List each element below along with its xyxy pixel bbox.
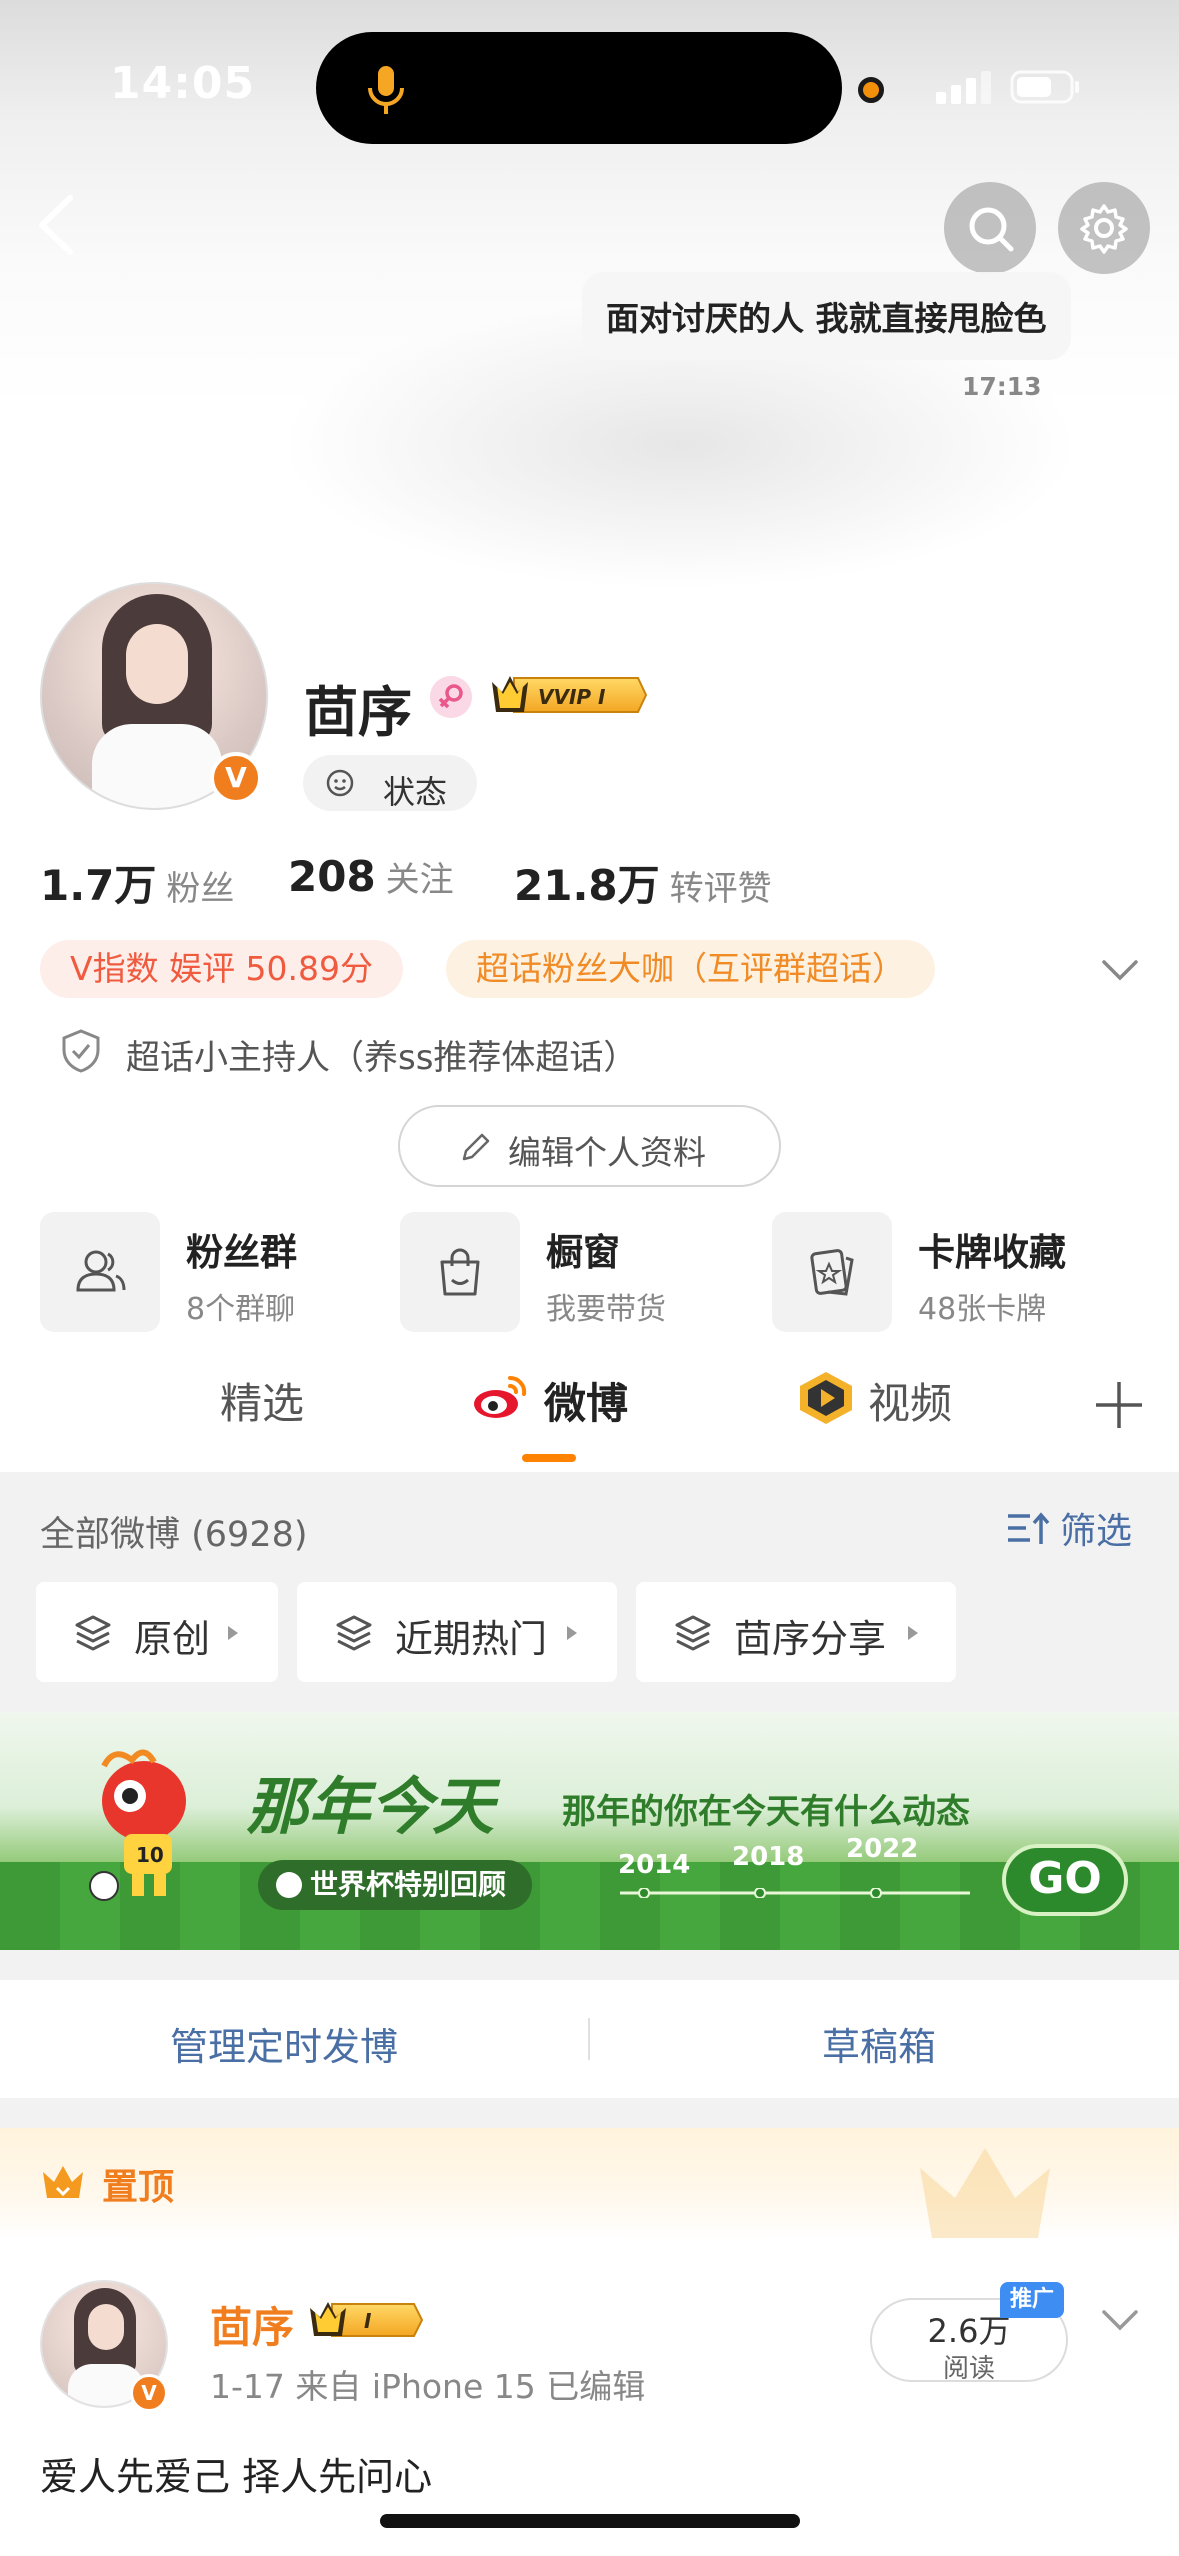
timeline-line	[620, 1888, 970, 1898]
caret-right-icon	[228, 1626, 238, 1640]
card-collection-icon	[810, 1249, 854, 1296]
divider	[588, 2018, 590, 2060]
search-icon	[969, 207, 1014, 252]
promote-badge[interactable]: 推广	[1000, 2282, 1065, 2318]
pinned-post[interactable]: 置顶 V 茴序 I 1-17 来自 iPhone 15 已编辑 2.6万 阅读 …	[0, 2128, 1179, 2556]
add-tab-icon[interactable]	[1092, 1378, 1146, 1432]
drafts-button[interactable]: 草稿箱	[822, 2016, 936, 2071]
weibo-logo-icon	[474, 1375, 527, 1418]
layers-icon	[75, 1615, 111, 1651]
tab-featured[interactable]: 精选	[220, 1370, 304, 1431]
world-cup-pill: 世界杯特别回顾	[258, 1860, 532, 1910]
svg-text:VVIP I: VVIP I	[538, 685, 606, 709]
chip-recent-hot[interactable]: 近期热门	[297, 1582, 617, 1682]
chevron-down-icon[interactable]	[1098, 2302, 1142, 2338]
verified-badge-icon: V	[210, 752, 262, 804]
edit-profile-label: 编辑个人资料	[508, 1133, 706, 1172]
vip-badge-icon[interactable]: I	[308, 2298, 426, 2342]
filter-icon	[1008, 1512, 1050, 1544]
microphone-icon	[368, 66, 404, 114]
privacy-indicator-icon	[858, 77, 884, 103]
add-emoji-icon	[326, 769, 354, 797]
crown-icon	[43, 2166, 83, 2198]
cover-message-time: 17:13	[962, 372, 1042, 401]
cover-message-bubble: 面对讨厌的人 我就直接甩脸色	[582, 272, 1071, 360]
year-2014: 2014	[618, 1850, 691, 1880]
post-meta: 1-17 来自 iPhone 15 已编辑	[210, 2367, 646, 2406]
stat-engagement[interactable]: 21.8万 转评赞	[514, 852, 772, 913]
stat-following[interactable]: 208 关注	[288, 852, 454, 901]
back-icon[interactable]	[28, 190, 88, 260]
caret-right-icon	[567, 1626, 577, 1640]
female-icon	[430, 676, 472, 718]
vvip-badge-icon[interactable]: VVIP I	[488, 672, 648, 718]
svg-text:10: 10	[136, 1843, 164, 1867]
chevron-down-icon[interactable]	[1098, 952, 1142, 988]
status-button[interactable]: 状态	[303, 755, 477, 811]
pinned-label: 置顶	[40, 2158, 174, 2210]
post-author[interactable]: 茴序	[210, 2294, 294, 2355]
filter-label: 筛选	[1060, 1511, 1133, 1552]
banner-title: 那年今天	[246, 1770, 495, 1843]
battery-icon	[1010, 70, 1079, 104]
banner-subtitle: 那年的你在今天有什么动态	[562, 1792, 970, 1832]
video-icon	[800, 1372, 852, 1424]
fan-group-icon	[76, 1250, 126, 1292]
reads-label: 阅读	[942, 2354, 995, 2384]
shield-icon	[62, 1029, 100, 1073]
pencil-icon	[462, 1133, 490, 1161]
soccer-ball-icon	[276, 1872, 302, 1898]
all-weibo-count: 全部微博 (6928)	[40, 1515, 308, 1555]
tab-weibo[interactable]: 微博	[470, 1370, 628, 1431]
filter-button[interactable]: 筛选	[1006, 1502, 1132, 1554]
layers-icon	[675, 1615, 711, 1651]
edit-profile-button[interactable]: 编辑个人资料	[398, 1105, 781, 1187]
manage-scheduled-button[interactable]: 管理定时发博	[170, 2016, 398, 2071]
host-label: 超话小主持人（养ss推荐体超话）	[126, 1038, 638, 1078]
status-time: 14:05	[110, 58, 256, 109]
search-button[interactable]	[944, 182, 1036, 274]
dynamic-island	[316, 32, 842, 144]
post-text: 爱人先爱己 择人先问心	[40, 2455, 433, 2499]
post-verified-badge-icon: V	[130, 2374, 168, 2412]
manage-bar: 管理定时发博 草稿箱	[0, 1980, 1179, 2098]
profile-tabs: 精选 微博 视频	[0, 1362, 1179, 1472]
shop-bag-icon	[440, 1248, 480, 1296]
status-label: 状态	[383, 773, 448, 811]
year-2018: 2018	[732, 1842, 805, 1872]
v-index-tag[interactable]: V指数 娱评 50.89分	[40, 940, 404, 998]
home-indicator[interactable]	[380, 2514, 800, 2528]
crown-watermark-icon	[920, 2148, 1050, 2238]
gear-icon	[1080, 204, 1128, 254]
caret-right-icon	[908, 1626, 918, 1640]
memory-banner[interactable]: 10 那年今天 那年的你在今天有什么动态 世界杯特别回顾 2014 2018 2…	[0, 1712, 1179, 1950]
year-2022: 2022	[846, 1834, 919, 1864]
svg-text:I: I	[364, 2309, 372, 2333]
stat-followers[interactable]: 1.7万 粉丝	[40, 852, 234, 913]
chip-shares[interactable]: 茴序分享	[636, 1582, 956, 1682]
super-fan-tag[interactable]: 超话粉丝大咖（互评群超话）	[446, 940, 935, 998]
mascot-icon: 10	[89, 1749, 186, 1901]
profile-username: 茴序	[304, 681, 412, 744]
layers-icon	[336, 1615, 372, 1651]
go-button[interactable]: GO	[1002, 1844, 1128, 1916]
tab-video[interactable]: 视频	[796, 1370, 952, 1431]
chip-original[interactable]: 原创	[36, 1582, 278, 1682]
settings-button[interactable]	[1058, 182, 1150, 274]
signal-icon	[936, 71, 991, 104]
active-tab-indicator	[522, 1454, 576, 1462]
